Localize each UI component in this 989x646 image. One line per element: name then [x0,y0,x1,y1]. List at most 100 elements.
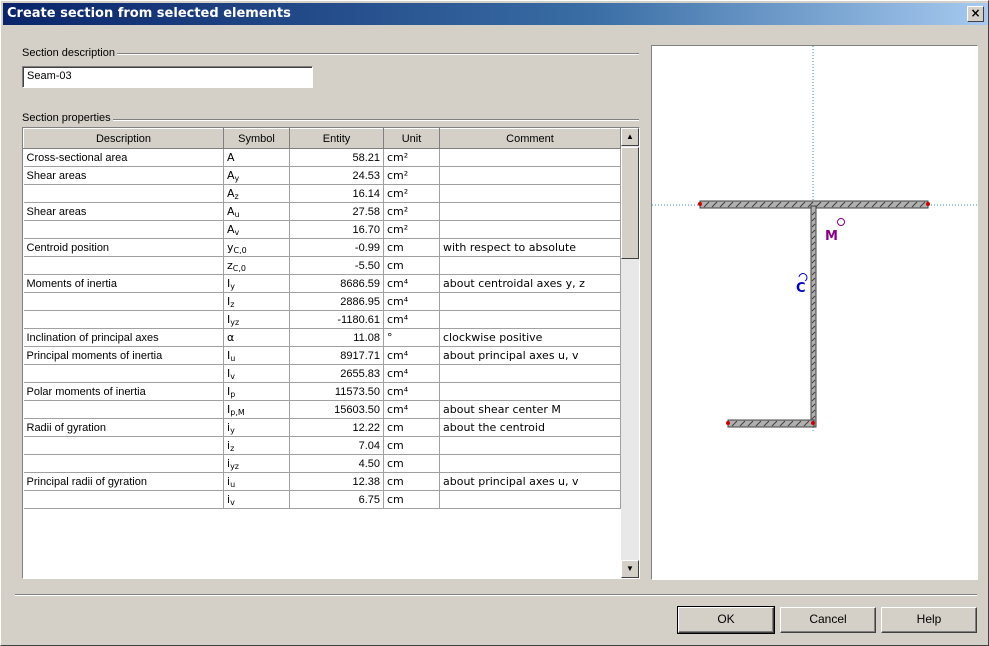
table-row[interactable]: Inclination of principal axes α 11.08 ° cloc… [23,328,621,347]
cell-unit: cm² [383,148,440,167]
table-row[interactable]: Iz 2886.95 cm⁴ [23,292,621,311]
symbol-main: A [227,222,235,236]
cell-symbol: Ip,M [223,400,290,419]
table-row[interactable]: Iv 2655.83 cm⁴ [23,364,621,383]
table-row[interactable]: Centroid position yC,0 -0.99 cm with respect… [23,238,621,257]
col-header-description[interactable]: Description [23,128,224,149]
centroid-label: C [796,281,806,296]
cell-description: Polar moments of inertia [23,382,224,401]
cell-entity: 4.50 [289,454,384,473]
symbol-subscript: z [230,443,235,453]
cell-entity: 12.22 [289,418,384,437]
symbol-main: α [227,330,235,344]
symbol-subscript: y [230,281,235,291]
col-header-unit[interactable]: Unit [383,128,440,149]
title-bar[interactable]: Create section from selected elements × [3,3,988,25]
node-left-bottom [726,421,730,425]
cell-comment: about centroidal axes y, z [439,274,621,293]
properties-group-line [22,119,639,121]
cell-symbol: yC,0 [223,238,290,257]
node-left-top [698,202,702,206]
cell-entity: 2886.95 [289,292,384,311]
cell-symbol: Az [223,184,290,203]
cell-description: Principal moments of inertia [23,346,224,365]
help-button[interactable]: Help [881,607,977,633]
symbol-subscript: v [234,227,240,237]
cell-entity: 2655.83 [289,364,384,383]
scroll-up-arrow-icon[interactable]: ▲ [621,128,639,146]
table-row[interactable]: zC,0 -5.50 cm [23,256,621,275]
cell-entity: 6.75 [289,490,384,509]
symbol-main: A [227,204,235,218]
scroll-down-arrow-icon[interactable]: ▼ [621,560,639,578]
cell-unit: cm⁴ [383,292,440,311]
close-button[interactable]: × [967,6,984,22]
cell-description [23,256,224,275]
table-row[interactable]: Radii of gyration iy 12.22 cm about the cent… [23,418,621,437]
table-row[interactable]: iz 7.04 cm [23,436,621,455]
symbol-subscript: y [234,173,240,183]
bottom-flange-shape [727,419,815,428]
cell-entity: 8917.71 [289,346,384,365]
symbol-subscript: p [230,389,236,399]
footer-separator [15,594,977,596]
cell-symbol: Iyz [223,310,290,329]
cell-symbol: Iz [223,292,290,311]
section-preview-panel: M C [651,45,978,580]
node-bottom-corner [811,421,815,425]
cell-symbol: iyz [223,454,290,473]
scroll-thumb[interactable] [621,147,639,259]
symbol-subscript: yz [230,317,240,327]
table-row[interactable]: Shear areas Au 27.58 cm² [23,202,621,221]
table-row[interactable]: Principal radii of gyration iu 12.38 cm abou… [23,472,621,491]
table-row[interactable]: Ip,M 15603.50 cm⁴ about shear center M [23,400,621,419]
table-row[interactable]: Moments of inertia Iy 8686.59 cm⁴ about cent… [23,274,621,293]
cell-unit: cm [383,256,440,275]
table-row[interactable]: Shear areas Ay 24.53 cm² [23,166,621,185]
cell-entity: 12.38 [289,472,384,491]
cell-comment: about principal axes u, v [439,346,621,365]
table-row[interactable]: Av 16.70 cm² [23,220,621,239]
cell-entity: 8686.59 [289,274,384,293]
ok-button[interactable]: OK [677,606,775,634]
symbol-subscript: yz [230,461,239,471]
cell-description [23,364,224,383]
cell-entity: 16.70 [289,220,384,239]
section-description-input[interactable]: Seam-03 [22,66,313,88]
col-header-symbol[interactable]: Symbol [223,128,290,149]
col-header-comment[interactable]: Comment [439,128,621,149]
section-properties-label: Section properties [22,112,113,124]
cancel-button[interactable]: Cancel [780,607,876,633]
symbol-subscript: u [230,479,236,489]
cell-description: Principal radii of gyration [23,472,224,491]
cell-description [23,436,224,455]
cell-comment [439,256,621,275]
table-row[interactable]: iyz 4.50 cm [23,454,621,473]
cell-unit: cm⁴ [383,382,440,401]
symbol-subscript: v [230,371,235,381]
cell-description: Cross-sectional area [23,148,224,167]
cell-comment: clockwise positive [439,328,621,347]
section-description-label: Section description [22,47,117,59]
vertical-scrollbar[interactable]: ▲ ▼ [621,128,639,578]
cell-entity: 58.21 [289,148,384,167]
table-row[interactable]: Principal moments of inertia Iu 8917.71 cm⁴… [23,346,621,365]
cell-comment [439,202,621,221]
symbol-subscript: u [230,353,236,363]
cell-unit: cm⁴ [383,364,440,383]
cell-entity: 24.53 [289,166,384,185]
table-row[interactable]: Az 16.14 cm² [23,184,621,203]
cell-symbol: iy [223,418,290,437]
cell-unit: ° [383,328,440,347]
cell-unit: cm² [383,220,440,239]
cell-description: Shear areas [23,202,224,221]
table-row[interactable]: Iyz -1180.61 cm⁴ [23,310,621,329]
table-row[interactable]: iv 6.75 cm [23,490,621,509]
col-header-entity[interactable]: Entity [289,128,384,149]
cell-symbol: zC,0 [223,256,290,275]
cell-comment [439,436,621,455]
cell-comment: about principal axes u, v [439,472,621,491]
table-row[interactable]: Cross-sectional area A 58.21 cm² [23,148,621,167]
cell-symbol: Au [223,202,290,221]
table-row[interactable]: Polar moments of inertia Ip 11573.50 cm⁴ [23,382,621,401]
